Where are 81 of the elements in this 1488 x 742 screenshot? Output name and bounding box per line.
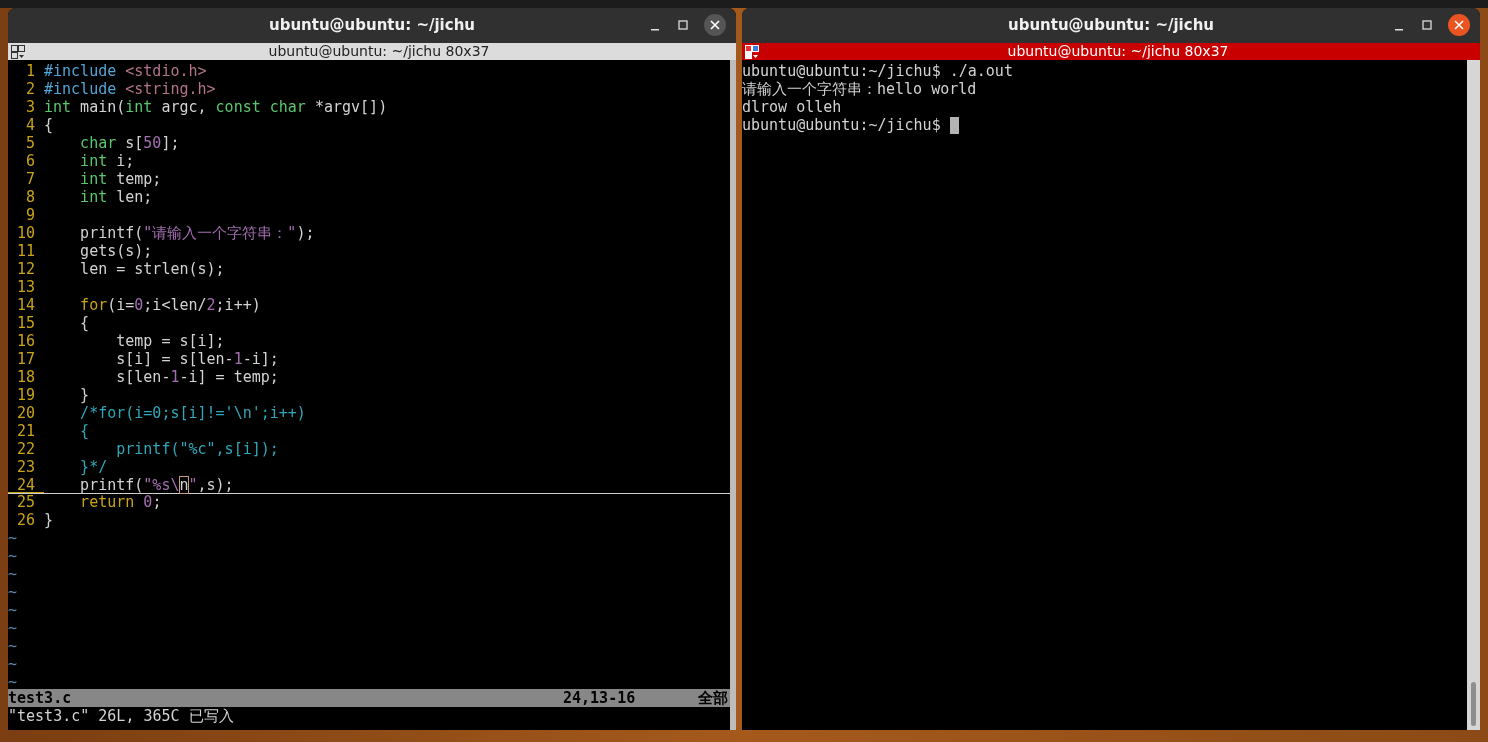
line-number: 20 [15,404,36,422]
scrollbar[interactable] [730,60,736,730]
code-line: int main(int argc, const char *argv[]) [44,98,388,116]
empty-line-marker: ~ [8,619,18,637]
status-message: "test3.c" 26L, 365C 已写入 [8,707,234,725]
terminal-grid-icon[interactable] [745,44,759,59]
line-number: 7 [24,170,36,188]
maximize-icon[interactable] [1420,18,1434,32]
line-number: 3 [24,98,36,116]
window-title: ubuntu@ubuntu: ~/jichu [1007,15,1214,37]
line-number: 1 [24,62,36,80]
tab-title: ubuntu@ubuntu: ~/jichu 80x37 [267,43,491,60]
terminal-output-line: 请输入一个字符串：hello world [742,80,977,98]
line-number: 25 [15,493,36,511]
code-line: } [44,511,54,529]
terminal-grid-icon[interactable] [11,44,25,59]
empty-line-marker: ~ [8,565,18,583]
line-number: 23 [15,458,36,476]
line-number: 16 [15,332,36,350]
line-number: 21 [15,422,36,440]
code-line: } [79,386,90,404]
line-number: 8 [24,188,36,206]
code-line: printf("%c",s[i]); [115,440,279,458]
file-name: test3.c [8,689,73,707]
scrollbar-thumb[interactable] [1471,682,1476,726]
code-line: temp = s[i]; [115,332,225,350]
line-number: 4 [24,116,36,134]
line-number: 9 [24,206,36,224]
code-line: }*/ [79,458,108,476]
code-line: { [79,314,90,332]
tab-title: ubuntu@ubuntu: ~/jichu 80x37 [1006,43,1230,60]
empty-line-marker: ~ [8,583,18,601]
empty-line-marker: ~ [8,673,18,691]
code-line: int i; [79,152,135,170]
empty-line-marker: ~ [8,637,18,655]
cursor-position: 24,13-16 [563,689,637,707]
line-number: 12 [15,260,36,278]
line-number: 17 [15,350,36,368]
terminal-tab-bar[interactable]: ubuntu@ubuntu: ~/jichu 80x37 [8,43,736,60]
line-number: 13 [15,278,36,296]
code-line: s[len-1-i] = temp; [115,368,279,386]
code-line: #include <stdio.h> [44,62,207,80]
code-line: len = strlen(s); [79,260,225,278]
code-line: #include <string.h> [44,80,216,98]
close-icon[interactable] [1448,14,1470,36]
line-number: 19 [15,386,36,404]
line-number: 18 [15,368,36,386]
line-number: 24 [8,476,44,493]
empty-line-marker: ~ [8,655,18,673]
line-number: 26 [15,511,36,529]
line-number: 5 [24,134,36,152]
code-line: printf("请输入一个字符串："); [79,224,315,242]
maximize-icon[interactable] [676,18,690,32]
code-line: return 0; [79,493,162,511]
code-line: /*for(i=0;s[i]!='\n';i++) [79,404,306,422]
line-number: 15 [15,314,36,332]
code-line: int temp; [79,170,162,188]
empty-line-marker: ~ [8,529,18,547]
code-line: char s[50]; [79,134,180,152]
line-number: 10 [15,224,36,242]
window-title: ubuntu@ubuntu: ~/jichu [268,15,475,37]
code-line: gets(s); [79,242,153,260]
line-number: 11 [15,242,36,260]
terminal-output-line: ubuntu@ubuntu:~/jichu$ [742,116,941,134]
code-line: { [44,116,54,134]
code-line: s[i] = s[len-1-i]; [115,350,279,368]
scroll-position: 全部 [698,689,729,707]
code-line: { [79,422,90,440]
empty-line-marker: ~ [8,601,18,619]
terminal-output-line: dlrow olleh [742,98,842,116]
line-number: 2 [24,80,36,98]
code-line: int len; [79,188,153,206]
empty-line-marker: ~ [8,547,18,565]
line-number: 14 [15,296,36,314]
terminal-output-line: ubuntu@ubuntu:~/jichu$ ./a.out [742,62,1013,80]
line-number: 22 [15,440,36,458]
terminal-tab-bar[interactable]: ubuntu@ubuntu: ~/jichu 80x37 [742,43,1480,60]
scrollbar[interactable] [1467,60,1480,730]
close-icon[interactable] [704,14,726,36]
line-number: 6 [24,152,36,170]
code-line: for(i=0;i<len/2;i++) [79,296,261,314]
